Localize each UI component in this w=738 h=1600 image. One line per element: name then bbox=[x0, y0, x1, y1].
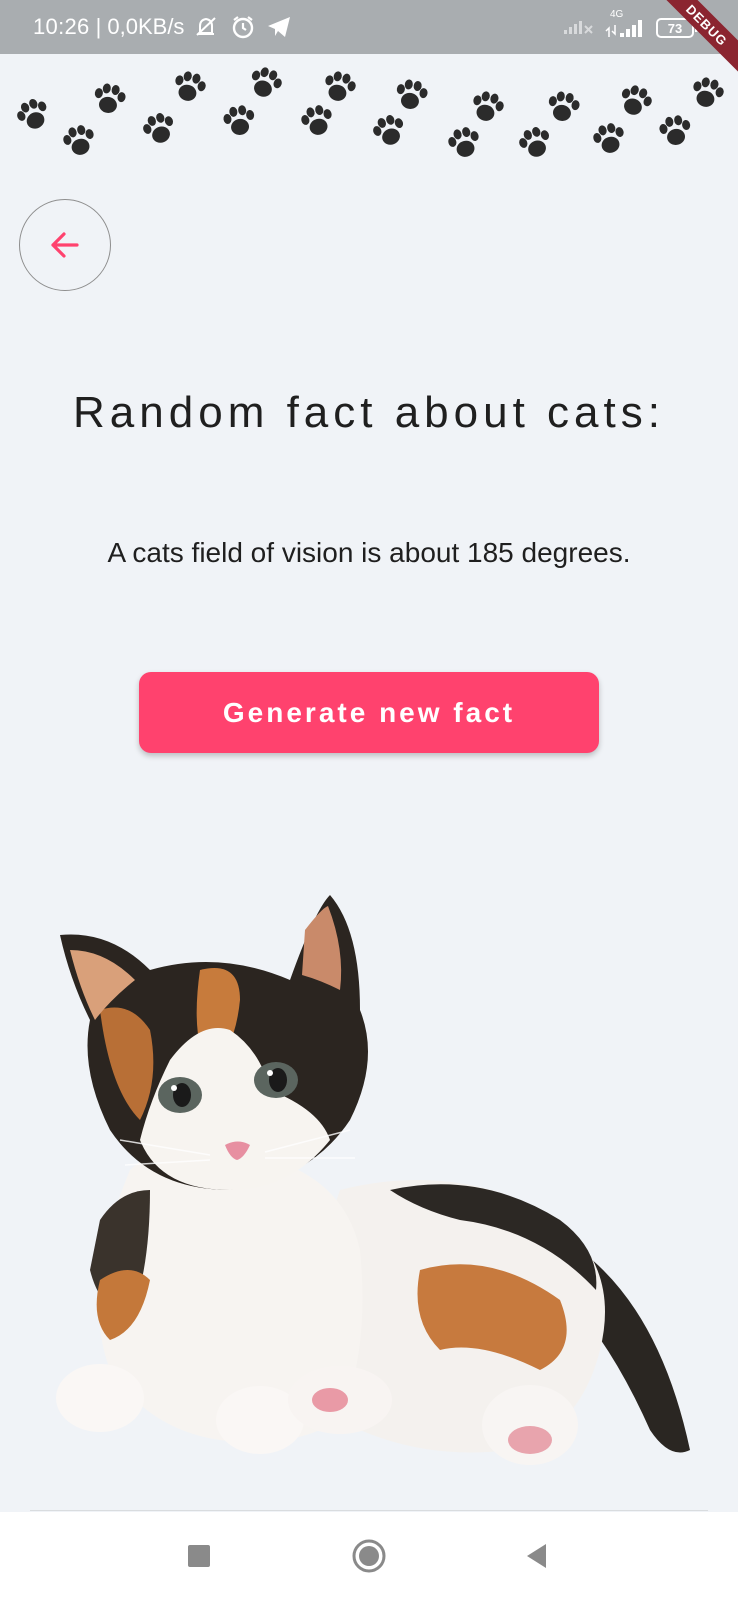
paw-print-icon bbox=[445, 124, 484, 161]
signal-4g-icon: 4G bbox=[604, 9, 648, 39]
network-type-label: 4G bbox=[610, 9, 624, 20]
cat-fact-text: A cats field of vision is about 185 degr… bbox=[107, 537, 631, 568]
page-title: Random fact about cats: bbox=[73, 388, 665, 437]
paw-print-icon bbox=[170, 68, 209, 105]
back-button[interactable] bbox=[19, 199, 111, 291]
paw-print-icon bbox=[657, 113, 694, 148]
nav-recents-button[interactable] bbox=[177, 1534, 221, 1578]
alarm-icon bbox=[230, 14, 256, 40]
telegram-icon bbox=[266, 15, 292, 39]
nav-home-button[interactable] bbox=[347, 1534, 391, 1578]
muted-bell-icon bbox=[194, 15, 220, 39]
square-icon bbox=[188, 1545, 210, 1567]
battery-level: 73 bbox=[667, 20, 683, 36]
signal-empty-icon bbox=[562, 14, 596, 42]
status-right-group: 4G 73 bbox=[562, 9, 698, 42]
paw-print-icon bbox=[369, 111, 409, 150]
system-nav-bar bbox=[0, 1512, 738, 1600]
nav-divider bbox=[30, 1510, 708, 1511]
paw-print-icon bbox=[221, 103, 258, 138]
kitten-image bbox=[56, 895, 690, 1465]
paw-print-icon bbox=[13, 94, 54, 135]
paw-print-icon bbox=[393, 77, 430, 112]
paw-print-icon bbox=[545, 89, 582, 124]
triangle-back-icon bbox=[527, 1544, 546, 1568]
status-network-speed: | 0,0KB/s bbox=[95, 14, 185, 39]
paw-print-icon bbox=[688, 74, 727, 111]
circle-icon bbox=[352, 1539, 386, 1573]
generate-new-fact-button[interactable]: Generate new fact bbox=[139, 672, 599, 753]
status-time: 10:26 bbox=[33, 14, 90, 39]
paw-print-icon bbox=[60, 122, 99, 159]
paw-prints-decoration bbox=[0, 54, 738, 174]
paw-print-icon bbox=[139, 109, 179, 148]
paw-print-icon bbox=[590, 120, 629, 157]
status-bar: 10:26 | 0,0KB/s 4G 73 bbox=[0, 0, 738, 54]
nav-back-button[interactable] bbox=[515, 1534, 559, 1578]
arrow-left-icon bbox=[51, 232, 79, 258]
paw-print-icon bbox=[91, 81, 128, 116]
paw-print-icon bbox=[515, 123, 555, 162]
